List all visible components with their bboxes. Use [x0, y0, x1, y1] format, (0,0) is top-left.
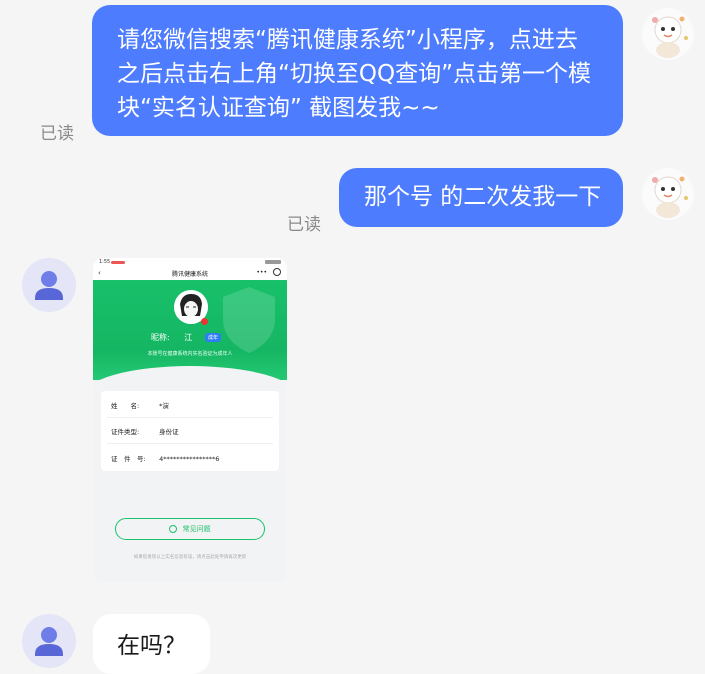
field-label: 证 件 号:: [111, 455, 146, 463]
qq-badge-icon: [201, 318, 208, 325]
footer-note: 如果您发现以上实名信息有误，请点击此处申请再次更新: [133, 555, 247, 560]
field-value: *演: [159, 402, 169, 410]
field-value: 身份证: [159, 428, 179, 436]
user-avatar-icon[interactable]: [22, 258, 76, 312]
nickname-row: 昵称: 江: [151, 332, 192, 343]
message-line: 块“实名认证查询” 截图发我~~: [117, 95, 440, 121]
self-avatar-icon[interactable]: [642, 168, 694, 220]
outgoing-message-1[interactable]: 请您微信搜索“腾讯健康系统”小程序，点进去 之后点击右上角“切换至QQ查询”点击…: [92, 5, 623, 136]
more-menu-icon[interactable]: •••: [256, 269, 267, 276]
identity-card: 姓 名: *演 证件类型: 身份证 证 件 号: 4**************…: [101, 391, 279, 471]
field-row: 证件类型: 身份证: [111, 426, 179, 436]
mini-program-titlebar: ‹ 腾讯健康系统 •••: [93, 266, 287, 280]
status-time: 1:55: [99, 259, 111, 265]
read-receipt: 已读: [40, 124, 74, 144]
verification-notice: 本账号在健康系统内实名验证为成年人: [147, 351, 233, 357]
field-label: 姓 名:: [111, 402, 140, 410]
divider: [107, 417, 273, 418]
field-label: 证件类型:: [111, 428, 140, 436]
field-row: 姓 名: *演: [111, 400, 169, 410]
faq-label: 常见问题: [182, 525, 211, 533]
field-row: 证 件 号: 4****************6: [111, 453, 219, 463]
faq-button[interactable]: 常见问题: [115, 518, 265, 540]
adult-badge: 成年: [205, 333, 222, 342]
close-target-icon[interactable]: [273, 268, 281, 276]
profile-header: 昵称: 江 成年 本账号在健康系统内实名验证为成年人: [93, 280, 287, 380]
screenshot-image[interactable]: 1:55 ‹ 腾讯健康系统 ••• 昵称: 江 成年 本账号在健康系统内实名验证…: [93, 258, 287, 582]
user-avatar-icon[interactable]: [22, 614, 76, 668]
message-line: 请您微信搜索“腾讯健康系统”小程序，点进去: [117, 27, 578, 53]
status-dots: [111, 261, 125, 264]
help-circle-icon: [169, 525, 178, 533]
message-text: 在吗？: [117, 633, 186, 659]
outgoing-message-2[interactable]: 那个号 的二次发我一下: [339, 168, 623, 227]
message-line: 之后点击右上角“切换至QQ查询”点击第一个模: [117, 61, 592, 87]
field-value: 4****************6: [159, 455, 220, 463]
divider: [107, 443, 273, 444]
shield-icon: [223, 287, 275, 353]
incoming-message[interactable]: 在吗？: [93, 614, 210, 674]
read-receipt: 已读: [287, 215, 321, 235]
self-avatar-icon[interactable]: [642, 8, 694, 60]
battery-icon: [265, 260, 281, 264]
nickname-label: 昵称:: [151, 333, 170, 342]
nickname-value: 江: [184, 333, 193, 342]
message-text: 那个号 的二次发我一下: [364, 184, 602, 210]
